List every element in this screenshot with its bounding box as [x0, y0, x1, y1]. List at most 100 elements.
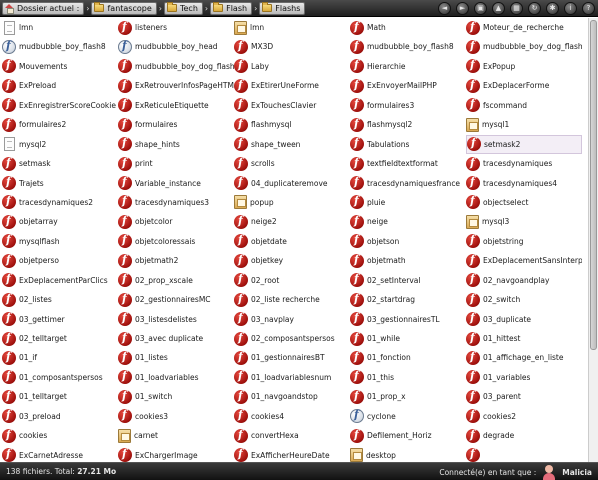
- avatar[interactable]: [542, 464, 556, 480]
- file-item[interactable]: 03_preload: [2, 407, 118, 426]
- file-item[interactable]: 01_fonction: [350, 348, 466, 367]
- file-item[interactable]: 02_startdrag: [350, 290, 466, 309]
- file-item[interactable]: tracesdynamiques3: [118, 193, 234, 212]
- file-item[interactable]: ExDeplacerForme: [466, 76, 582, 95]
- scrollbar-thumb[interactable]: [590, 20, 597, 350]
- file-item[interactable]: mudbubble_boy_dog_flash8: [466, 37, 582, 56]
- file-item[interactable]: neige: [350, 212, 466, 231]
- file-item[interactable]: ExPopup: [466, 57, 582, 76]
- file-item[interactable]: 02_composantspersos: [234, 329, 350, 348]
- file-item[interactable]: 02_gestionnairesMC: [118, 290, 234, 309]
- file-item[interactable]: mudbubble_boy_dog_flash8: [118, 57, 234, 76]
- file-item[interactable]: cyclone: [350, 407, 466, 426]
- file-item[interactable]: objetcoloressais: [118, 232, 234, 251]
- file-item[interactable]: formulaires2: [2, 115, 118, 134]
- file-item[interactable]: Variable_instance: [118, 174, 234, 193]
- file-item[interactable]: 03_navplay: [234, 310, 350, 329]
- file-item[interactable]: cookies3: [118, 407, 234, 426]
- file-item[interactable]: 01_navgoandstop: [234, 387, 350, 406]
- help-icon[interactable]: ?: [582, 2, 595, 15]
- file-item[interactable]: setmask2: [466, 134, 582, 154]
- file-item[interactable]: listeners: [118, 18, 234, 37]
- file-item[interactable]: mysql1: [466, 115, 582, 134]
- file-item[interactable]: convertHexa: [234, 426, 350, 445]
- file-item[interactable]: cookies2: [466, 407, 582, 426]
- file-item[interactable]: 02_switch: [466, 290, 582, 309]
- file-item[interactable]: 02_setInterval: [350, 271, 466, 290]
- file-item[interactable]: 01_loadvariablesnum: [234, 368, 350, 387]
- file-item[interactable]: 04_duplicateremove: [234, 174, 350, 193]
- refresh-icon[interactable]: ↻: [528, 2, 541, 15]
- grid-view-icon[interactable]: ▦: [510, 2, 523, 15]
- file-item[interactable]: mudbubble_boy_flash8: [2, 37, 118, 56]
- file-item[interactable]: tracesdynamiquesfrance: [350, 174, 466, 193]
- file-item[interactable]: 01_if: [2, 348, 118, 367]
- file-item[interactable]: objectselect: [466, 193, 582, 212]
- file-item[interactable]: 01_affichage_en_liste: [466, 348, 582, 367]
- file-item[interactable]: setmask: [2, 154, 118, 173]
- file-item[interactable]: 02_liste recherche: [234, 290, 350, 309]
- file-item[interactable]: 01_switch: [118, 387, 234, 406]
- file-item[interactable]: 03_avec duplicate: [118, 329, 234, 348]
- file-item[interactable]: ExChargerImage: [118, 446, 234, 462]
- file-item[interactable]: cookies4: [234, 407, 350, 426]
- file-item[interactable]: objetmath2: [118, 251, 234, 270]
- username[interactable]: Malicia: [562, 468, 592, 477]
- file-item[interactable]: objetcolor: [118, 212, 234, 231]
- file-item[interactable]: 01_listes: [118, 348, 234, 367]
- info-icon[interactable]: i: [564, 2, 577, 15]
- file-item[interactable]: textfieldtextformat: [350, 154, 466, 173]
- file-item[interactable]: objetarray: [2, 212, 118, 231]
- vertical-scrollbar[interactable]: [588, 18, 598, 462]
- file-item[interactable]: ExEnregistrerScoreCookie: [2, 96, 118, 115]
- file-item[interactable]: Laby: [234, 57, 350, 76]
- file-item[interactable]: lmn: [234, 18, 350, 37]
- file-item[interactable]: pluie: [350, 193, 466, 212]
- breadcrumb-item[interactable]: Flashs: [259, 1, 306, 15]
- file-item[interactable]: ExDeplacementParClics: [2, 271, 118, 290]
- settings-icon[interactable]: ✱: [546, 2, 559, 15]
- file-item[interactable]: scrolls: [234, 154, 350, 173]
- file-item[interactable]: flashmysql: [234, 115, 350, 134]
- file-item[interactable]: ExPreload: [2, 76, 118, 95]
- file-item[interactable]: flashmysql2: [350, 115, 466, 134]
- file-item[interactable]: ExRetrouverInfosPageHTML: [118, 76, 234, 95]
- file-item[interactable]: carnet: [118, 426, 234, 445]
- file-item[interactable]: objetperso: [2, 251, 118, 270]
- file-item[interactable]: objetmath: [350, 251, 466, 270]
- file-item[interactable]: Mouvements: [2, 57, 118, 76]
- file-item[interactable]: formulaires: [118, 115, 234, 134]
- file-item[interactable]: tracesdynamiques4: [466, 174, 582, 193]
- file-item[interactable]: mudbubble_boy_head: [118, 37, 234, 56]
- file-item[interactable]: MX3D: [234, 37, 350, 56]
- file-item[interactable]: lmn: [2, 18, 118, 37]
- file-item[interactable]: tracesdynamiques: [466, 154, 582, 173]
- file-item[interactable]: ExReticuleEtiquette: [118, 96, 234, 115]
- breadcrumb-home[interactable]: Dossier actuel :: [2, 1, 85, 15]
- file-item[interactable]: 01_while: [350, 329, 466, 348]
- breadcrumb-item[interactable]: Flash: [210, 1, 253, 15]
- file-item[interactable]: fscommand: [466, 96, 582, 115]
- file-item[interactable]: 01_composantspersos: [2, 368, 118, 387]
- file-item[interactable]: neige2: [234, 212, 350, 231]
- file-item[interactable]: 01_loadvariables: [118, 368, 234, 387]
- file-item[interactable]: 01_telltarget: [2, 387, 118, 406]
- file-item[interactable]: 01_this: [350, 368, 466, 387]
- file-item[interactable]: 02_telltarget: [2, 329, 118, 348]
- file-item[interactable]: mysqlflash: [2, 232, 118, 251]
- file-item[interactable]: objetstring: [466, 232, 582, 251]
- file-item[interactable]: 01_prop_x: [350, 387, 466, 406]
- file-item[interactable]: shape_tween: [234, 135, 350, 154]
- file-item[interactable]: [466, 446, 582, 462]
- file-item[interactable]: mysql3: [466, 212, 582, 231]
- file-item[interactable]: ExEnvoyerMailPHP: [350, 76, 466, 95]
- file-item[interactable]: Trajets: [2, 174, 118, 193]
- file-item[interactable]: 01_variables: [466, 368, 582, 387]
- file-item[interactable]: 01_hittest: [466, 329, 582, 348]
- file-item[interactable]: Defilement_Horiz: [350, 426, 466, 445]
- file-item[interactable]: 03_gestionnairesTL: [350, 310, 466, 329]
- file-item[interactable]: objetdate: [234, 232, 350, 251]
- file-item[interactable]: ExTouchesClavier: [234, 96, 350, 115]
- file-item[interactable]: 03_listesdelistes: [118, 310, 234, 329]
- file-item[interactable]: Hierarchie: [350, 57, 466, 76]
